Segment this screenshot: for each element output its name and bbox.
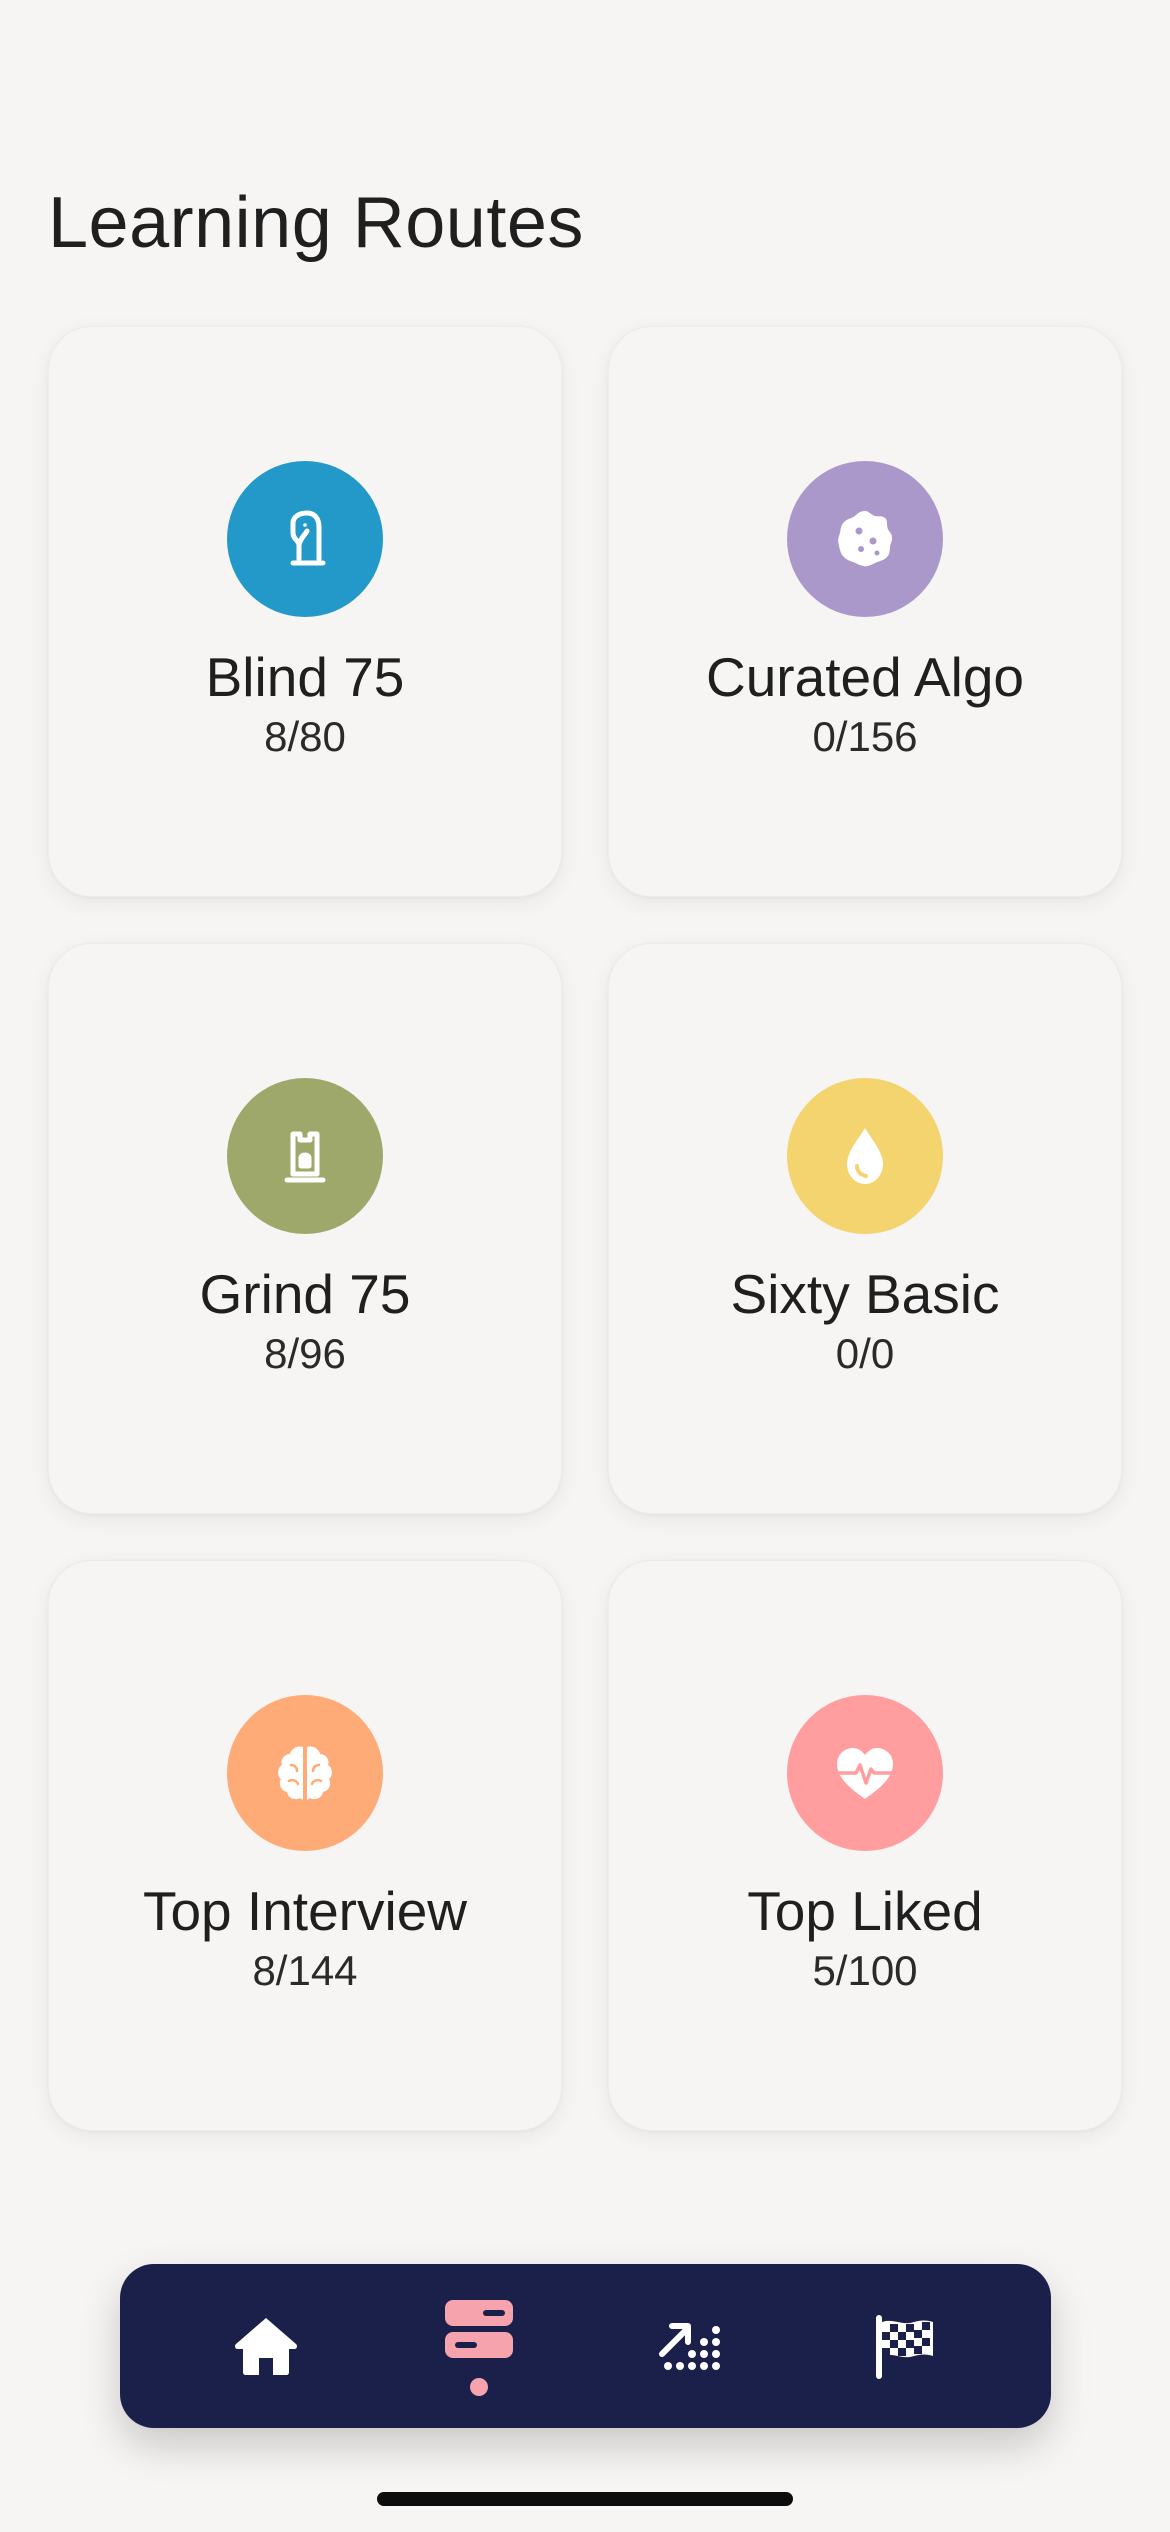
route-card-blind-75[interactable]: Blind 75 8/80 (48, 326, 562, 897)
route-progress: 8/96 (264, 1330, 346, 1377)
heart-pulse-icon (837, 1748, 893, 1799)
route-card-grind-75[interactable]: Grind 75 8/96 (48, 943, 562, 1514)
route-card-top-liked[interactable]: Top Liked 5/100 (608, 1560, 1122, 2131)
route-progress: 8/80 (264, 713, 346, 760)
route-icon-badge (787, 461, 943, 617)
home-icon (235, 2318, 298, 2375)
nav-progress[interactable] (632, 2281, 752, 2411)
water-drop-icon (847, 1128, 883, 1184)
routes-list-icon (445, 2300, 514, 2358)
route-progress: 0/156 (812, 713, 918, 760)
route-icon-badge (227, 461, 383, 617)
route-progress: 5/100 (812, 1947, 918, 1994)
chess-rook-icon (284, 1131, 326, 1183)
route-name: Grind 75 (199, 1263, 411, 1325)
checkered-flag-icon (875, 2315, 933, 2379)
chess-knight-icon (290, 510, 326, 566)
route-progress: 0/0 (835, 1330, 895, 1377)
nav-home[interactable] (206, 2281, 326, 2411)
route-name: Blind 75 (205, 646, 405, 708)
progress-chart-icon (658, 2323, 720, 2370)
route-icon-badge (787, 1078, 943, 1234)
route-name: Curated Algo (706, 646, 1024, 708)
route-name: Top Interview (142, 1880, 468, 1942)
routes-grid: Blind 75 8/80 Curated Algo 0/156 Grind 7… (48, 326, 1122, 2131)
route-icon-badge (227, 1078, 383, 1234)
cookie-icon (838, 511, 893, 567)
route-icon-badge (787, 1695, 943, 1851)
learning-routes-screen: Learning Routes Blind 75 8/80 Curated Al… (0, 0, 1170, 2532)
route-icon-badge (227, 1695, 383, 1851)
brain-icon (278, 1746, 332, 1800)
home-indicator-bar[interactable] (377, 2492, 793, 2506)
active-indicator-dot (470, 2378, 489, 2396)
route-card-sixty-basic[interactable]: Sixty Basic 0/0 (608, 943, 1122, 1514)
bottom-nav-bar (120, 2264, 1051, 2428)
route-card-top-interview[interactable]: Top Interview 8/144 (48, 1560, 562, 2131)
route-name: Top Liked (747, 1880, 983, 1942)
page-title: Learning Routes (48, 183, 584, 263)
route-name: Sixty Basic (730, 1263, 1000, 1325)
route-progress: 8/144 (252, 1947, 358, 1994)
nav-challenges[interactable] (845, 2281, 965, 2411)
route-card-curated-algo[interactable]: Curated Algo 0/156 (608, 326, 1122, 897)
nav-routes[interactable] (419, 2281, 539, 2411)
